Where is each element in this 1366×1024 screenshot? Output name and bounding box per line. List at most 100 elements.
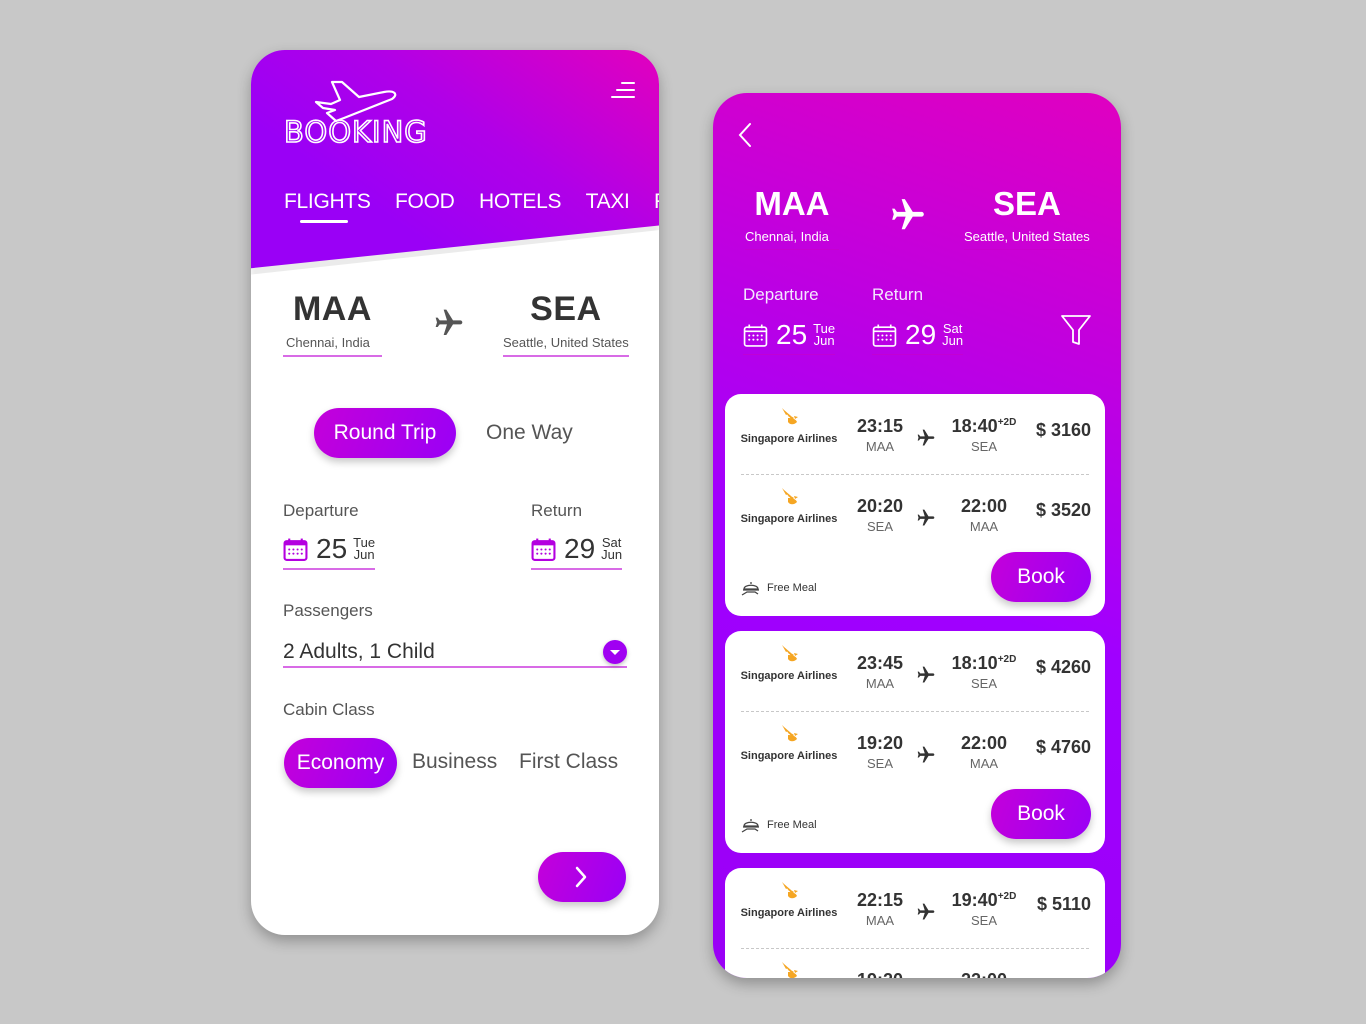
flight-leg: Singapore Airlines 22:15 MAA 19:40+2D SE… bbox=[725, 880, 1105, 940]
arrival-time: 22:00 bbox=[949, 970, 1019, 978]
return-date-picker[interactable]: 29 Sat Jun bbox=[531, 533, 623, 570]
flight-result-card[interactable]: Singapore Airlines 23:15 MAA 18:40+2D SE… bbox=[725, 394, 1105, 616]
menu-icon-line bbox=[611, 96, 635, 98]
price: $ 3520 bbox=[1035, 500, 1091, 520]
arrival-time: 22:00 bbox=[949, 496, 1019, 517]
airline-name: Singapore Airlines bbox=[740, 670, 838, 682]
arrival-time-block: 22:00 MAA bbox=[949, 496, 1019, 534]
tab-flights[interactable]: FLIGHTS bbox=[284, 190, 371, 223]
calendar-icon bbox=[872, 324, 897, 347]
origin-summary: MAA Chennai, India bbox=[745, 185, 839, 250]
tab-food[interactable]: FOOD bbox=[395, 190, 455, 214]
departure-airport: MAA bbox=[865, 676, 895, 691]
divider bbox=[741, 948, 1089, 949]
cabin-business-button[interactable]: Business bbox=[412, 750, 497, 774]
singapore-airlines-logo-icon bbox=[782, 408, 798, 425]
back-button[interactable] bbox=[737, 121, 753, 154]
arrival-day-offset: +2D bbox=[997, 654, 1017, 665]
book-button[interactable]: Book bbox=[991, 552, 1091, 602]
airline-name: Singapore Airlines bbox=[740, 907, 838, 919]
return-date[interactable]: 29 Sat Jun bbox=[872, 319, 964, 355]
tab-taxi[interactable]: TAXI bbox=[586, 190, 630, 214]
arrival-time: 19:40+2D bbox=[949, 890, 1019, 911]
departure-time-block: 20:20 SEA bbox=[845, 496, 915, 534]
perk-label: Free Meal bbox=[767, 582, 817, 594]
singapore-airlines-logo-icon bbox=[782, 882, 798, 899]
price: $ 4260 bbox=[1035, 657, 1091, 677]
departure-date[interactable]: 25 Tue Jun bbox=[743, 319, 836, 355]
arrival-time: 18:10+2D bbox=[949, 653, 1019, 674]
origin-field[interactable]: MAA Chennai, India bbox=[283, 290, 382, 357]
menu-button[interactable] bbox=[607, 80, 635, 100]
flight-search-screen: BOOKING FLIGHTS FOOD HOTELS TAXI RE MAA … bbox=[251, 50, 659, 935]
destination-city: Seattle, United States bbox=[964, 229, 1090, 250]
next-button[interactable] bbox=[538, 852, 626, 902]
category-tabs: FLIGHTS FOOD HOTELS TAXI RE bbox=[284, 190, 659, 223]
airplane-icon bbox=[917, 509, 935, 526]
book-button[interactable]: Book bbox=[991, 789, 1091, 839]
departure-time: 23:15 bbox=[856, 416, 904, 436]
arrival-time-value: 22:00 bbox=[961, 970, 1007, 978]
airplane-icon bbox=[917, 746, 935, 763]
tab-hotels[interactable]: HOTELS bbox=[479, 190, 562, 214]
return-month: Jun bbox=[942, 333, 964, 348]
free-meal-badge: Free Meal bbox=[741, 579, 817, 597]
arrival-time-block: 22:00 bbox=[949, 970, 1019, 978]
logo-text: BOOKING bbox=[284, 115, 428, 144]
airline-name: Singapore Airlines bbox=[740, 433, 838, 445]
departure-time-block: 19:20 SEA bbox=[845, 733, 915, 771]
departure-label: Departure bbox=[283, 501, 359, 520]
destination-summary: SEA Seattle, United States bbox=[964, 185, 1090, 250]
tab-more[interactable]: RE bbox=[654, 190, 659, 214]
departure-time: 20:20 bbox=[856, 496, 904, 516]
flight-leg: Singapore Airlines 19:20 SEA 22:00 MAA $… bbox=[725, 723, 1105, 783]
departure-weekday-month: Tue Jun bbox=[353, 536, 375, 561]
price: $ 5110 bbox=[1036, 894, 1091, 914]
departure-airport: MAA bbox=[865, 913, 895, 928]
menu-icon-line bbox=[616, 89, 635, 91]
departure-time-block: 23:15 MAA bbox=[845, 416, 915, 454]
one-way-button[interactable]: One Way bbox=[486, 421, 573, 445]
arrival-airport: SEA bbox=[970, 676, 997, 691]
return-month: Jun bbox=[601, 547, 623, 562]
airline: Singapore Airlines bbox=[733, 643, 845, 682]
origin-city: Chennai, India bbox=[745, 229, 839, 250]
round-trip-button[interactable]: Round Trip bbox=[314, 408, 456, 458]
airline bbox=[733, 960, 845, 978]
return-label: Return bbox=[872, 285, 924, 304]
singapore-airlines-logo-icon bbox=[782, 725, 798, 742]
flight-leg: Singapore Airlines 20:20 SEA 22:00 MAA $… bbox=[725, 486, 1105, 546]
arrival-airport: SEA bbox=[970, 913, 997, 928]
calendar-icon bbox=[743, 324, 768, 347]
flight-leg: 19:20 22:00 bbox=[725, 960, 1105, 978]
cabin-class-label: Cabin Class bbox=[283, 700, 375, 719]
chevron-right-icon bbox=[575, 866, 587, 888]
origin-code: MAA bbox=[754, 185, 830, 222]
flight-results-screen: MAA Chennai, India SEA Seattle, United S… bbox=[713, 93, 1121, 978]
flight-result-card[interactable]: Singapore Airlines 23:45 MAA 18:10+2D SE… bbox=[725, 631, 1105, 853]
calendar-icon bbox=[531, 538, 556, 561]
airline: Singapore Airlines bbox=[733, 486, 845, 525]
departure-time-block: 23:45 MAA bbox=[845, 653, 915, 691]
cabin-first-class-button[interactable]: First Class bbox=[519, 750, 618, 774]
singapore-airlines-logo-icon bbox=[782, 645, 798, 662]
departure-date-picker[interactable]: 25 Tue Jun bbox=[283, 533, 376, 570]
filter-button[interactable] bbox=[1059, 313, 1093, 352]
departure-day: 25 bbox=[316, 533, 348, 564]
airplane-icon bbox=[917, 903, 935, 920]
singapore-airlines-logo-icon bbox=[782, 488, 798, 505]
departure-time-block: 19:20 bbox=[845, 970, 915, 978]
flight-leg: Singapore Airlines 23:15 MAA 18:40+2D SE… bbox=[725, 406, 1105, 466]
cabin-economy-button[interactable]: Economy bbox=[284, 738, 397, 788]
departure-time: 19:20 bbox=[845, 970, 915, 978]
dropdown-arrow-icon[interactable] bbox=[603, 640, 627, 664]
flight-result-card[interactable]: Singapore Airlines 22:15 MAA 19:40+2D SE… bbox=[725, 868, 1105, 978]
destination-city: Seattle, United States bbox=[503, 335, 629, 357]
arrival-time-value: 18:40 bbox=[951, 416, 998, 436]
passengers-value: 2 Adults, 1 Child bbox=[283, 640, 435, 663]
departure-time: 19:20 bbox=[856, 733, 904, 753]
departure-time: 22:15 bbox=[856, 890, 904, 910]
arrival-time-value: 22:00 bbox=[960, 496, 1008, 516]
passengers-select[interactable]: 2 Adults, 1 Child bbox=[283, 640, 627, 668]
destination-field[interactable]: SEA Seattle, United States bbox=[503, 290, 629, 357]
